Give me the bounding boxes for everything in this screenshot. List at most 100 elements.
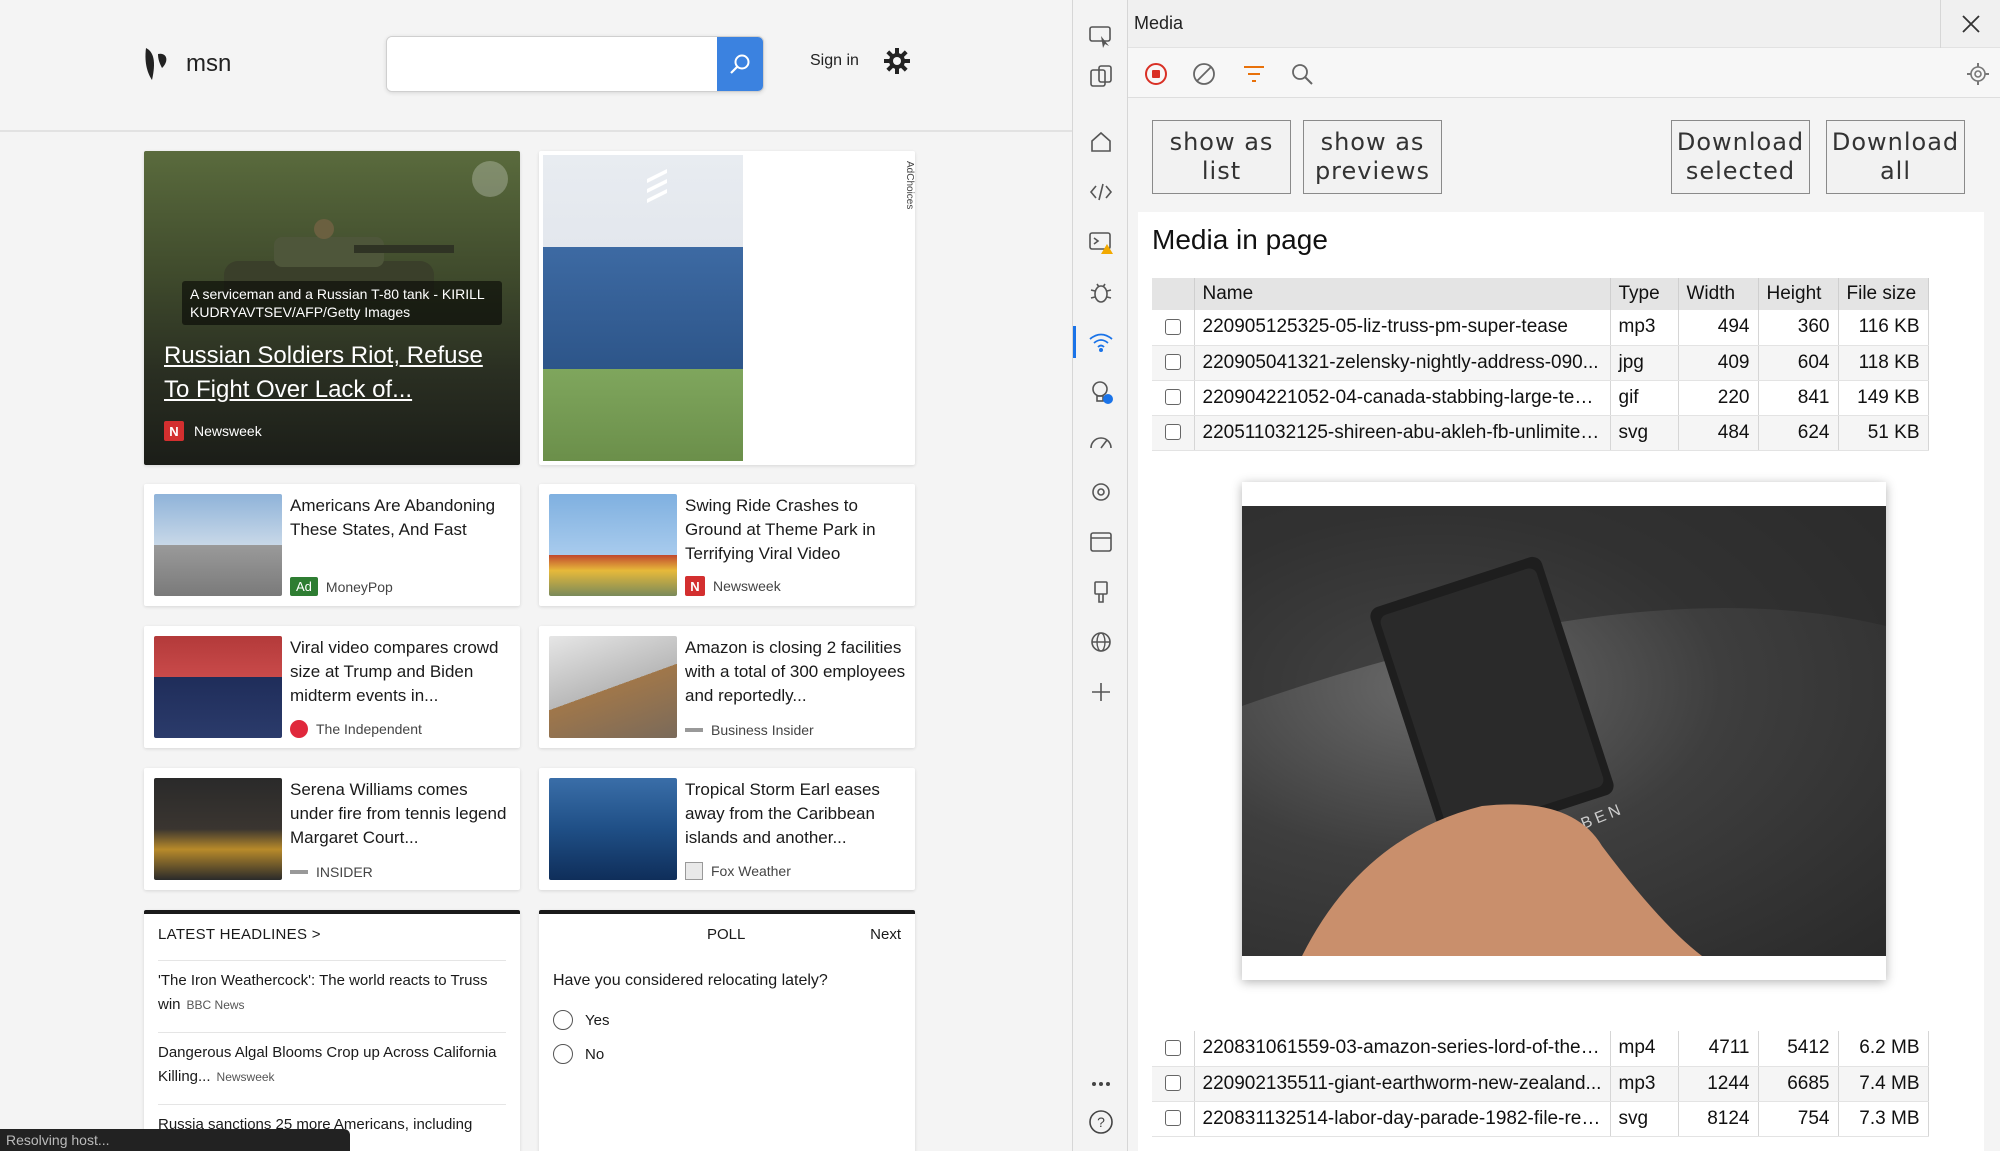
- device-emulation-icon[interactable]: [1085, 60, 1117, 92]
- column-header-name[interactable]: Name: [1194, 278, 1611, 310]
- filter-icon[interactable]: [1240, 60, 1268, 88]
- row-checkbox[interactable]: [1164, 354, 1181, 371]
- network-wifi-icon[interactable]: [1085, 326, 1117, 358]
- expand-image-icon[interactable]: [472, 161, 508, 197]
- media-type: mp3: [1610, 1066, 1679, 1102]
- search-button[interactable]: [717, 37, 763, 91]
- inspect-icon[interactable]: [1085, 20, 1117, 52]
- settings-gear-icon[interactable]: [1964, 60, 1992, 88]
- story-card[interactable]: Americans Are Abandoning These States, A…: [144, 484, 520, 606]
- performance-bulb-icon[interactable]: [1085, 376, 1117, 408]
- record-button-icon[interactable]: [1142, 60, 1170, 88]
- msn-logo[interactable]: msn: [140, 44, 231, 84]
- column-header-height[interactable]: Height: [1758, 278, 1839, 310]
- panel-title: Media: [1134, 13, 1184, 33]
- show-as-previews-button[interactable]: show as previews: [1303, 120, 1442, 194]
- download-selected-button[interactable]: Download selected: [1671, 120, 1810, 194]
- search-input[interactable]: [387, 37, 719, 91]
- headline-item[interactable]: Dangerous Algal Blooms Crop up Across Ca…: [158, 1032, 506, 1089]
- radio-button[interactable]: [553, 1010, 573, 1030]
- story-thumbnail: [154, 636, 282, 738]
- sources-bug-icon[interactable]: [1085, 276, 1117, 308]
- close-panel-button[interactable]: [1940, 0, 2000, 48]
- story-title[interactable]: Amazon is closing 2 facilities with a to…: [685, 636, 907, 708]
- latest-headlines-card: LATEST HEADLINES > 'The Iron Weathercock…: [144, 910, 520, 1151]
- table-row[interactable]: 220831061559-03-amazon-series-lord-of-th…: [1152, 1031, 1929, 1067]
- poll-option-label: No: [585, 1045, 605, 1063]
- story-card[interactable]: Amazon is closing 2 facilities with a to…: [539, 626, 915, 748]
- application-window-icon[interactable]: [1085, 526, 1117, 558]
- download-all-button[interactable]: Download all: [1826, 120, 1965, 194]
- help-question-icon[interactable]: ?: [1085, 1106, 1117, 1138]
- table-row[interactable]: 220905041321-zelensky-nightly-address-09…: [1152, 345, 1929, 381]
- network-globe-icon[interactable]: [1085, 626, 1117, 658]
- story-source: N Newsweek: [685, 576, 781, 596]
- show-as-list-button[interactable]: show as list: [1152, 120, 1291, 194]
- sign-in-link[interactable]: Sign in: [810, 52, 859, 70]
- table-row[interactable]: 220905125325-05-liz-truss-pm-super-tease…: [1152, 310, 1929, 346]
- more-tools-ellipsis-icon[interactable]: [1085, 1066, 1117, 1098]
- column-header-width[interactable]: Width: [1678, 278, 1759, 310]
- wallet-photo: KARBEN: [1242, 506, 1886, 956]
- story-title[interactable]: Tropical Storm Earl eases away from the …: [685, 778, 907, 850]
- media-name: 220905125325-05-liz-truss-pm-super-tease: [1194, 310, 1611, 346]
- media-type: svg: [1610, 415, 1679, 451]
- ad-card[interactable]: AdChoices: [539, 151, 915, 465]
- table-row[interactable]: 220511032125-shireen-abu-akleh-fb-unlimi…: [1152, 415, 1929, 451]
- radio-button[interactable]: [553, 1044, 573, 1064]
- paint-brush-icon[interactable]: [1085, 576, 1117, 608]
- story-card[interactable]: Swing Ride Crashes to Ground at Theme Pa…: [539, 484, 915, 606]
- media-file-size: 118 KB: [1838, 345, 1929, 381]
- hero-image-caption: A serviceman and a Russian T-80 tank - K…: [182, 281, 502, 325]
- clear-icon[interactable]: [1190, 60, 1218, 88]
- row-checkbox[interactable]: [1164, 319, 1181, 336]
- add-tool-plus-icon[interactable]: [1085, 676, 1117, 708]
- story-source-name: The Independent: [316, 721, 422, 737]
- table-row[interactable]: 220902135511-giant-earthworm-new-zealand…: [1152, 1066, 1929, 1102]
- row-checkbox[interactable]: [1164, 424, 1181, 441]
- row-checkbox[interactable]: [1164, 1075, 1181, 1092]
- hero-story-card[interactable]: A serviceman and a Russian T-80 tank - K…: [144, 151, 520, 465]
- media-type: mp4: [1610, 1031, 1679, 1067]
- console-icon[interactable]: [1085, 226, 1117, 258]
- poll-option-yes[interactable]: Yes: [553, 1010, 609, 1030]
- elements-icon[interactable]: [1085, 176, 1117, 208]
- story-card[interactable]: Viral video compares crowd size at Trump…: [144, 626, 520, 748]
- row-checkbox[interactable]: [1164, 1040, 1181, 1057]
- table-row[interactable]: 220904221052-04-canada-stabbing-large-te…: [1152, 380, 1929, 416]
- media-name: 220905041321-zelensky-nightly-address-09…: [1194, 345, 1611, 381]
- table-row[interactable]: 220831132514-labor-day-parade-1982-file-…: [1152, 1101, 1929, 1137]
- story-title[interactable]: Serena Williams comes under fire from te…: [290, 778, 512, 850]
- media-file-size: 6.2 MB: [1838, 1031, 1929, 1067]
- ad-poster-image: [543, 155, 743, 461]
- story-title[interactable]: Americans Are Abandoning These States, A…: [290, 494, 512, 542]
- column-header-type[interactable]: Type: [1610, 278, 1679, 310]
- row-checkbox[interactable]: [1164, 1110, 1181, 1127]
- media-list-area: Media in page Name Type Width Height Fil…: [1138, 212, 1984, 1151]
- search-icon[interactable]: [1288, 60, 1316, 88]
- story-thumbnail: [549, 778, 677, 880]
- story-source: Fox Weather: [685, 862, 791, 880]
- application-cpu-icon[interactable]: [1085, 476, 1117, 508]
- story-title[interactable]: Swing Ride Crashes to Ground at Theme Pa…: [685, 494, 907, 566]
- latest-headlines-title[interactable]: LATEST HEADLINES >: [158, 926, 321, 943]
- column-header-file-size[interactable]: File size: [1838, 278, 1929, 310]
- media-file-size: 116 KB: [1838, 310, 1929, 346]
- poll-option-no[interactable]: No: [553, 1044, 604, 1064]
- headline-item[interactable]: 'The Iron Weathercock': The world reacts…: [158, 960, 506, 1017]
- row-checkbox[interactable]: [1164, 389, 1181, 406]
- home-icon[interactable]: [1085, 126, 1117, 158]
- headline-text: Dangerous Algal Blooms Crop up Across Ca…: [158, 1044, 497, 1085]
- story-card[interactable]: Serena Williams comes under fire from te…: [144, 768, 520, 890]
- story-card[interactable]: Tropical Storm Earl eases away from the …: [539, 768, 915, 890]
- poll-next-link[interactable]: Next: [870, 926, 901, 943]
- ad-choices-label[interactable]: AdChoices: [901, 161, 915, 241]
- settings-gear-icon[interactable]: [882, 46, 912, 76]
- hero-headline[interactable]: Russian Soldiers Riot, Refuse To Fight O…: [164, 339, 504, 407]
- memory-gauge-icon[interactable]: [1085, 426, 1117, 458]
- media-name: 220831132514-labor-day-parade-1982-file-…: [1194, 1101, 1611, 1137]
- media-file-size: 7.4 MB: [1838, 1066, 1929, 1102]
- story-source-name: Newsweek: [713, 578, 781, 594]
- story-title[interactable]: Viral video compares crowd size at Trump…: [290, 636, 512, 708]
- panel-title-bar: Media: [1128, 0, 2000, 48]
